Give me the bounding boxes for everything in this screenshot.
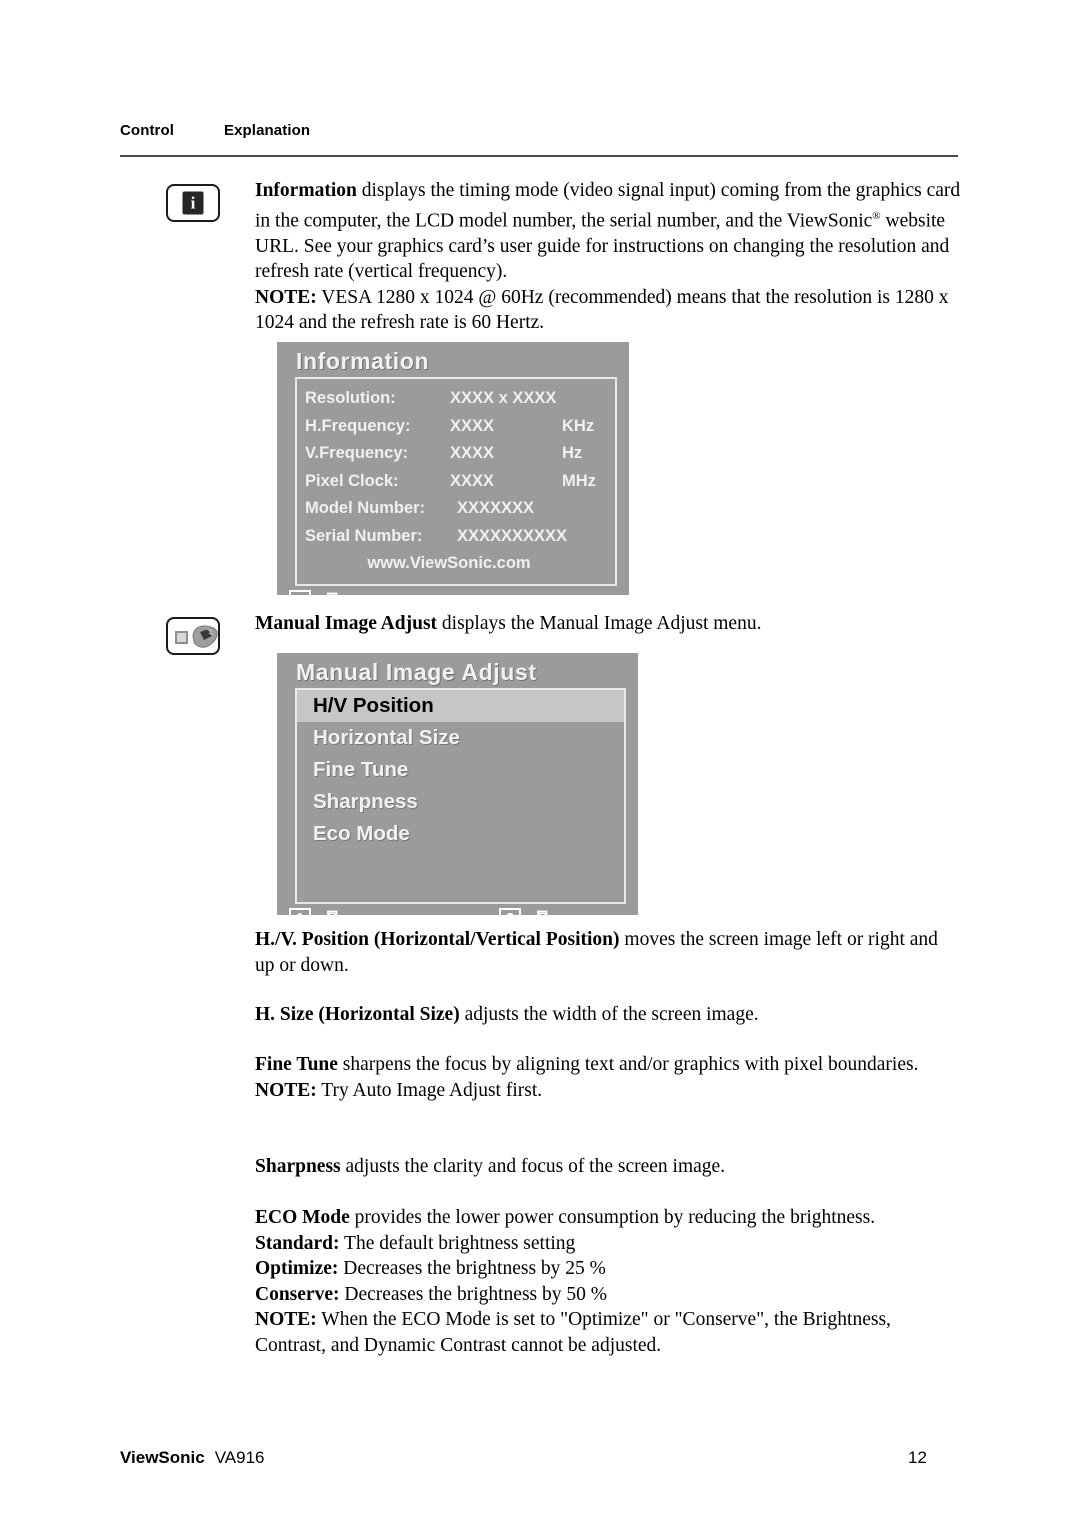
hv-position-paragraph: H./V. Position (Horizontal/Vertical Posi… bbox=[255, 929, 938, 976]
osd-information-rows: Resolution: XXXX x XXXX H.Frequency: XXX… bbox=[297, 379, 615, 584]
osd-hint-separator: : bbox=[316, 592, 322, 610]
osd-info-label: Resolution: bbox=[305, 389, 396, 407]
osd-hint-key: 1 bbox=[289, 590, 312, 613]
manual-image-adjust-icon bbox=[166, 617, 220, 655]
osd-info-label: Model Number: bbox=[305, 499, 426, 517]
osd-hint-separator: : bbox=[316, 910, 322, 928]
osd-information-body: Resolution: XXXX x XXXX H.Frequency: XXX… bbox=[295, 377, 617, 586]
osd-info-row: Resolution: XXXX x XXXX bbox=[297, 385, 615, 413]
exit-door-right-icon bbox=[326, 592, 349, 612]
header-divider bbox=[120, 155, 958, 157]
sharpness-paragraph: Sharpness adjusts the clarity and focus … bbox=[255, 1156, 726, 1177]
osd-manual-body: H/V Position Horizontal Size Fine Tune S… bbox=[295, 688, 626, 904]
footer-brand-name: ViewSonic bbox=[120, 1448, 205, 1467]
information-paragraph: Information displays the timing mode (vi… bbox=[255, 180, 961, 334]
column-headers: Control Explanation bbox=[120, 122, 960, 139]
osd-info-label: Pixel Clock: bbox=[305, 471, 399, 490]
osd-menu-item-horizontal-size[interactable]: Horizontal Size bbox=[297, 722, 624, 754]
information-icon-cell: i bbox=[166, 184, 222, 224]
osd-menu-item-fine-tune[interactable]: Fine Tune bbox=[297, 754, 624, 786]
osd-menu-item-sharpness[interactable]: Sharpness bbox=[297, 786, 624, 818]
osd-info-row: Model Number: XXXXXXX bbox=[297, 495, 615, 523]
osd-manual-item-list: H/V Position Horizontal Size Fine Tune S… bbox=[297, 690, 624, 902]
osd-info-label: H.Frequency: bbox=[305, 416, 411, 435]
eco-mode-paragraph: ECO Mode provides the lower power consum… bbox=[255, 1207, 891, 1356]
osd-info-value: XXXX bbox=[450, 444, 495, 462]
osd-info-value: XXXXXXX bbox=[457, 499, 535, 517]
osd-info-value: XXXXXXXXXX bbox=[457, 526, 568, 545]
osd-menu-item-eco-mode[interactable]: Eco Mode bbox=[297, 818, 624, 850]
h-size-paragraph: H. Size (Horizontal Size) adjusts the wi… bbox=[255, 1004, 759, 1025]
osd-info-value: XXXX bbox=[450, 471, 495, 490]
osd-information-screen: Information Resolution: XXXX x XXXX H.Fr… bbox=[277, 342, 629, 613]
manual-image-adjust-paragraph: Manual Image Adjust displays the Manual … bbox=[255, 613, 762, 634]
osd-info-row: Serial Number: XXXXXXXXXX bbox=[297, 523, 615, 551]
osd-info-unit: Hz bbox=[562, 444, 583, 462]
page: Control Explanation i Information display… bbox=[0, 0, 1080, 1527]
osd-manual-title: Manual Image Adjust bbox=[296, 659, 537, 685]
osd-info-value: XXXX bbox=[450, 416, 495, 435]
osd-info-unit: KHz bbox=[562, 416, 595, 435]
manual-image-adjust-icon-cell bbox=[166, 617, 222, 657]
osd-info-unit: MHz bbox=[562, 471, 596, 490]
footer-brand: ViewSonic VA916 bbox=[120, 1448, 265, 1468]
osd-information-title: Information bbox=[296, 348, 430, 374]
osd-info-label: V.Frequency: bbox=[305, 444, 409, 462]
osd-info-website-url: www.ViewSonic.com bbox=[367, 554, 531, 572]
footer-page-number: 12 bbox=[908, 1448, 927, 1467]
footer-model-name: VA916 bbox=[214, 1448, 265, 1467]
osd-hint-exit: 1 : bbox=[289, 590, 349, 613]
osd-manual-image-adjust-screen: Manual Image Adjust H/V Position Horizon… bbox=[277, 653, 638, 931]
letter-i-glyph: i bbox=[182, 191, 204, 215]
osd-info-row: Pixel Clock: XXXX MHz bbox=[297, 468, 615, 496]
information-icon: i bbox=[166, 184, 220, 222]
hand-icon bbox=[188, 623, 218, 651]
adjust-square-icon bbox=[175, 631, 188, 644]
osd-info-row: H.Frequency: XXXX KHz bbox=[297, 413, 615, 441]
osd-info-row: V.Frequency: XXXX Hz bbox=[297, 440, 615, 468]
osd-hint-separator: : bbox=[526, 910, 532, 928]
osd-info-label: Serial Number: bbox=[305, 526, 423, 545]
column-header-control: Control bbox=[120, 122, 175, 139]
fine-tune-paragraph: Fine Tune sharpens the focus by aligning… bbox=[255, 1054, 919, 1101]
osd-info-value: XXXX x XXXX bbox=[450, 389, 557, 407]
osd-manual-list-spacer bbox=[297, 850, 624, 902]
osd-menu-item-hv-position[interactable]: H/V Position bbox=[297, 690, 624, 722]
column-header-explanation: Explanation bbox=[224, 122, 311, 139]
